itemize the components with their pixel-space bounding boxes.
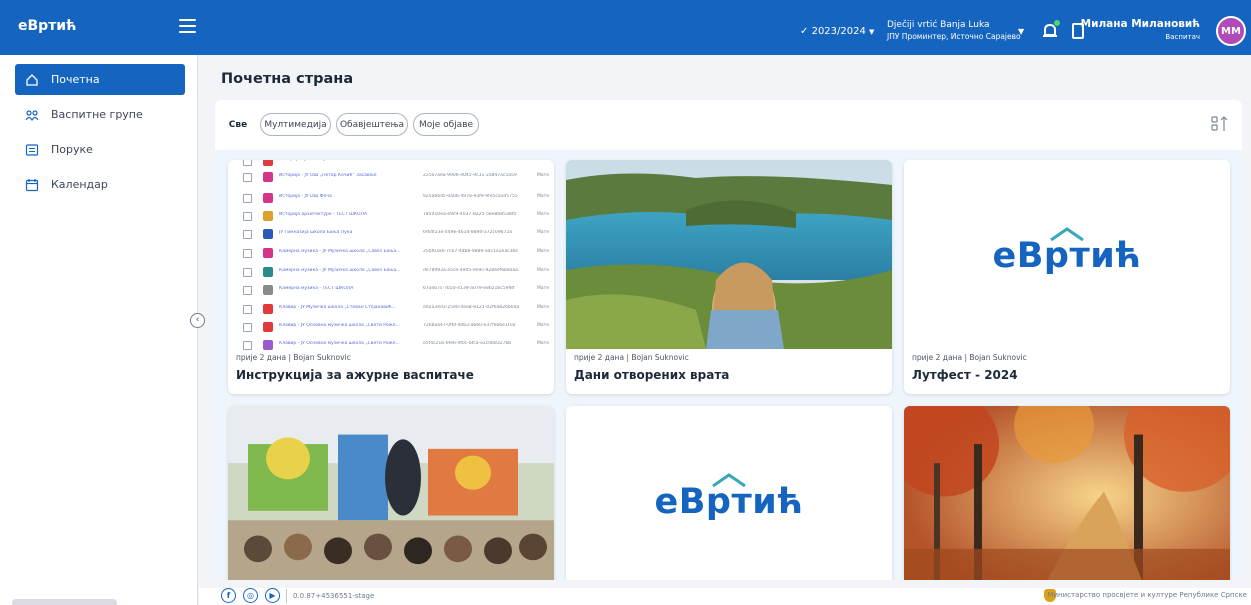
sidebar-item-home[interactable]: Почетна xyxy=(15,64,185,95)
chevron-left-icon[interactable]: ‹ xyxy=(190,313,205,328)
card-title[interactable]: Дани отворених врата xyxy=(574,368,729,382)
user-role: Васпитач xyxy=(1165,33,1200,41)
filter-bar: Све Мултимедија Обавјештења Моје објаве xyxy=(215,100,1242,150)
sidebar-item-label: Почетна xyxy=(51,73,100,86)
footer: f ◎ ▶ 0.0.87+4536551-stage Министарство … xyxy=(199,588,1251,605)
sidebar-item-messages[interactable]: Поруке xyxy=(15,134,185,165)
check-icon: ✓ xyxy=(800,26,809,37)
ministry-text: Министарство просвјете и културе Републи… xyxy=(1047,591,1247,599)
groups-icon xyxy=(25,108,39,122)
app-version: 0.0.87+4536551-stage xyxy=(293,592,375,600)
card-title[interactable]: Инструкција за ажурне васпитаче xyxy=(236,368,474,382)
card-meta: прије 2 дана | Bojan Suknovic xyxy=(574,353,689,362)
school-subtitle: ЈПУ Проминтер, Источно Сарајево xyxy=(887,32,1021,41)
post-card[interactable] xyxy=(228,406,554,580)
year-selector[interactable]: ✓ 2023/2024 ▼ xyxy=(800,26,874,37)
instagram-icon[interactable]: ◎ xyxy=(243,588,258,603)
card-title[interactable]: Лутфест - 2024 xyxy=(912,368,1018,382)
feed-panel: Све Мултимедија Обавјештења Моје објаве … xyxy=(215,100,1242,580)
bottom-tooltip xyxy=(12,599,117,605)
user-name: Милана Милановић xyxy=(1080,18,1200,30)
filter-chip-multimedia[interactable]: Мултимедија xyxy=(260,113,331,136)
post-card[interactable] xyxy=(904,406,1230,580)
page-title: Почетна страна xyxy=(221,71,354,87)
post-card[interactable]: прије 2 дана | Bojan Suknovic Дани отвор… xyxy=(566,160,892,394)
card-meta: прије 2 дана | Bojan Suknovic xyxy=(236,353,351,362)
lake-photo-image xyxy=(566,160,892,349)
sidebar-item-calendar[interactable]: Календар xyxy=(15,169,185,200)
logo-image: еВртић xyxy=(904,160,1230,349)
puppet-show-photo-image xyxy=(228,406,554,580)
notification-dot xyxy=(1053,19,1061,27)
chevron-down-icon[interactable]: ▼ xyxy=(1018,27,1024,36)
card-meta: прије 2 дана | Bojan Suknovic xyxy=(912,353,1027,362)
divider xyxy=(286,589,287,603)
table-screenshot-image: Историја - ЈУ ОШ Вук0a4f12c9-77b1-4d20Ма… xyxy=(228,160,554,350)
filter-chip-notices[interactable]: Обавјештења xyxy=(336,113,408,136)
app-logo[interactable]: еВртић xyxy=(18,18,76,34)
post-card[interactable]: еВртић прије 2 дана | Bojan Suknovic Лут… xyxy=(904,160,1230,394)
evrtic-logo: еВртић xyxy=(566,472,892,522)
avatar[interactable]: ММ xyxy=(1216,16,1246,46)
school-selector[interactable]: Dječiji vrtić Banja Luka ЈПУ Проминтер, … xyxy=(887,20,1021,42)
sort-icon[interactable] xyxy=(1210,114,1230,134)
user-info[interactable]: Милана Милановић Васпитач xyxy=(1081,18,1200,41)
filter-chip-my-posts[interactable]: Моје објаве xyxy=(413,113,479,136)
school-name: Dječiji vrtić Banja Luka xyxy=(887,20,990,30)
messages-icon xyxy=(25,143,39,157)
menu-icon[interactable] xyxy=(179,19,196,33)
sidebar-item-label: Поруке xyxy=(51,143,93,156)
sidebar-item-label: Календар xyxy=(51,178,108,191)
year-value: 2023/2024 xyxy=(811,26,866,37)
sidebar-item-groups[interactable]: Васпитне групе xyxy=(15,99,185,130)
post-card[interactable]: Историја - ЈУ ОШ Вук0a4f12c9-77b1-4d20Ма… xyxy=(228,160,554,394)
post-card[interactable]: еВртић xyxy=(566,406,892,580)
logo-image: еВртић xyxy=(566,406,892,580)
sidebar: Почетна Васпитне групе Поруке Календар xyxy=(0,55,198,605)
sidebar-item-label: Васпитне групе xyxy=(51,108,143,121)
autumn-forest-photo-image xyxy=(904,406,1230,580)
home-icon xyxy=(25,73,39,87)
facebook-icon[interactable]: f xyxy=(221,588,236,603)
filter-chip-all[interactable]: Све xyxy=(223,113,253,136)
top-bar: еВртић ✓ 2023/2024 ▼ Dječiji vrtić Banja… xyxy=(0,0,1251,55)
chevron-down-icon: ▼ xyxy=(869,28,875,36)
calendar-icon xyxy=(25,178,39,192)
youtube-icon[interactable]: ▶ xyxy=(265,588,280,603)
evrtic-logo: еВртић xyxy=(904,226,1230,276)
